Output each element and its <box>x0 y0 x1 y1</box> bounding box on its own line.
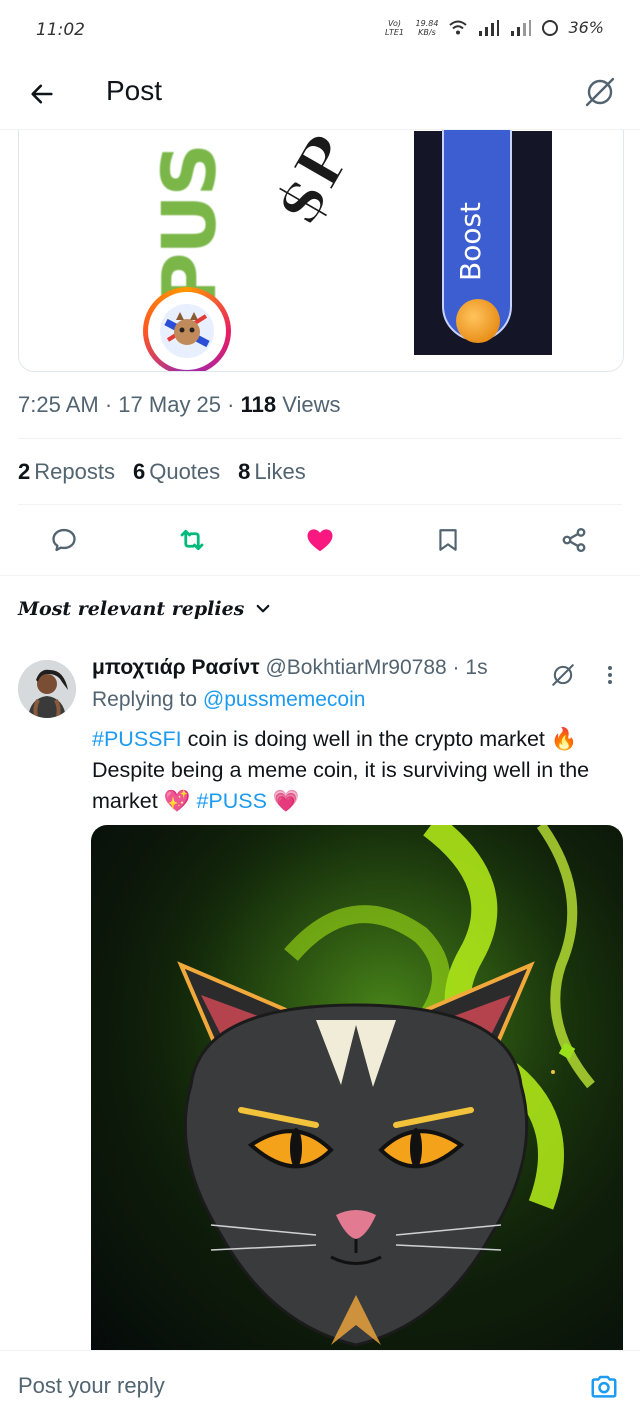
cat-face-icon <box>160 304 214 358</box>
post-media-card[interactable]: PUS $P Boost <box>18 100 624 372</box>
replying-to: Replying to @pussmemecoin <box>92 688 365 712</box>
arrow-left-icon <box>31 84 53 104</box>
stat-count: 2 <box>18 459 31 484</box>
stat-quotes[interactable]: 6 Quotes <box>133 459 220 485</box>
reply-composer <box>0 1350 640 1422</box>
signal-icon <box>479 19 500 36</box>
repost-button[interactable] <box>174 522 210 558</box>
status-time: 11:02 <box>36 20 85 40</box>
share-button[interactable] <box>556 522 592 558</box>
post-meta: 7:25 AM · 17 May 25 · 118 Views <box>18 392 341 417</box>
bookmark-button[interactable] <box>430 522 466 558</box>
svg-text:$P: $P <box>259 131 367 231</box>
reply-text-end: 💗 <box>266 789 300 813</box>
coin-icon <box>456 299 500 343</box>
back-button[interactable] <box>22 74 62 114</box>
battery-level: 36% <box>568 18 604 37</box>
dollar-logo-icon: $P <box>259 131 368 231</box>
replies-sort-dropdown[interactable]: Most relevant replies <box>18 598 272 620</box>
stat-label: Reposts <box>34 459 115 484</box>
status-bar: 11:02 Vo) LTE1 19.84 KB/s 36% <box>0 0 640 60</box>
more-vertical-icon <box>608 666 612 684</box>
grok-button[interactable] <box>580 72 620 112</box>
grok-icon <box>552 664 574 686</box>
reply-grok-button[interactable] <box>546 658 580 692</box>
reply-button[interactable] <box>46 522 82 558</box>
reply-text: #PUSSFI coin is doing well in the crypto… <box>92 724 620 817</box>
post-time: 7:25 AM <box>18 392 99 417</box>
action-bar <box>0 512 640 568</box>
hashtag-link[interactable]: #PUSSFI <box>92 727 182 751</box>
reply-time: 1s <box>465 656 488 679</box>
post-date: 17 May 25 <box>118 392 222 417</box>
reply-author-handle[interactable]: @BokhtiarMr90788 <box>265 656 446 679</box>
divider <box>18 438 622 439</box>
repost-icon <box>180 529 204 551</box>
stat-count: 6 <box>132 459 146 484</box>
stat-count: 8 <box>238 459 251 484</box>
status-icons: Vo) LTE1 19.84 KB/s 36% <box>384 18 604 37</box>
stat-likes[interactable]: 8 Likes <box>238 459 306 485</box>
camera-button[interactable] <box>588 1371 620 1403</box>
replies-sort-label: Most relevant replies <box>18 598 245 620</box>
reply-media-image[interactable] <box>91 825 623 1365</box>
share-icon <box>562 527 586 553</box>
battery-icon <box>542 19 559 36</box>
coin-avatar <box>143 287 231 371</box>
signal-icon <box>511 19 532 36</box>
page-title: Post <box>106 75 163 106</box>
grok-icon <box>585 77 615 107</box>
speed-value: 19.84 <box>415 18 439 28</box>
boost-label: Boost <box>454 201 487 281</box>
reply-icon <box>52 528 76 552</box>
reply-input[interactable] <box>18 1373 558 1399</box>
divider <box>0 575 640 576</box>
avatar-image <box>18 660 76 718</box>
stat-label: Quotes <box>149 459 221 484</box>
views-label: Views <box>282 392 341 417</box>
avatar[interactable] <box>18 660 76 718</box>
replying-to-label: Replying to <box>92 688 203 711</box>
heart-icon <box>307 529 333 552</box>
speed-unit: KB/s <box>418 27 436 37</box>
hashtag-link[interactable]: #PUSS <box>196 789 267 813</box>
views-count: 118 <box>240 392 277 417</box>
stat-reposts[interactable]: 2 Reposts <box>18 459 115 485</box>
reply-more-button[interactable] <box>598 660 622 690</box>
bookmark-icon <box>439 529 457 551</box>
separator-dot: · <box>446 656 466 679</box>
network-label: Vo) LTE1 <box>385 18 404 37</box>
stat-label: Likes <box>254 459 306 484</box>
replying-to-handle[interactable]: @pussmemecoin <box>203 688 366 711</box>
post-stats: 2 Reposts 6 Quotes 8 Likes <box>18 459 306 485</box>
boost-banner: Boost <box>414 121 552 355</box>
chevron-down-icon <box>256 604 270 613</box>
wifi-icon <box>449 20 468 34</box>
reply-header: μποχτιάρ Ρασίντ @BokhtiarMr90788 · 1s <box>92 656 488 680</box>
camera-icon <box>591 1375 617 1398</box>
like-button[interactable] <box>302 522 338 558</box>
reply-author-name[interactable]: μποχτιάρ Ρασίντ <box>92 656 260 679</box>
divider <box>18 504 622 505</box>
puss-text: PUS <box>146 145 233 307</box>
network-speed: 19.84 KB/s <box>416 19 439 37</box>
puss-logo-text: PUS <box>139 131 233 307</box>
cat-illustration <box>91 825 623 1365</box>
top-app-bar: Post <box>0 60 640 130</box>
